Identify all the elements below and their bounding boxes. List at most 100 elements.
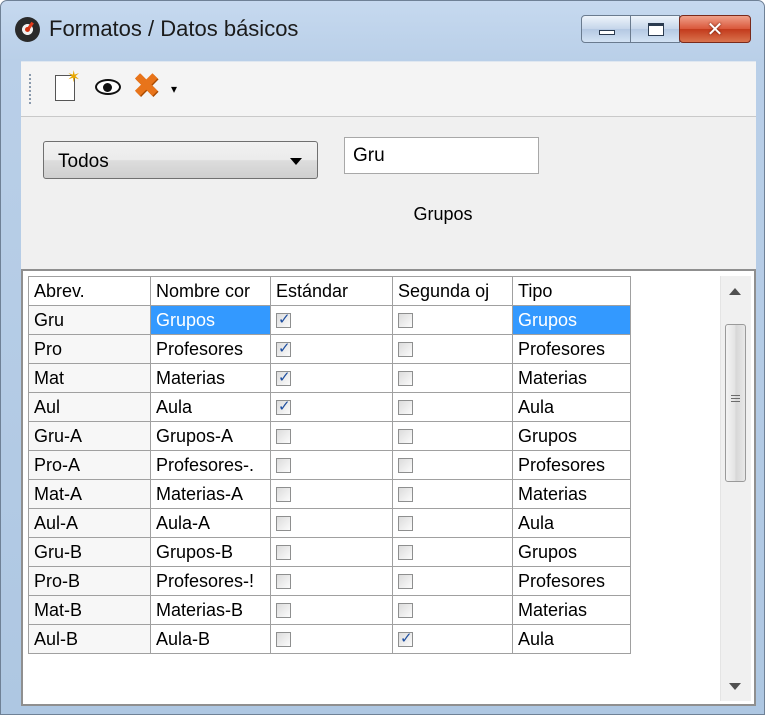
cell-nombre[interactable]: Profesores	[150, 334, 271, 364]
cell-nombre[interactable]: Aula-A	[150, 508, 271, 538]
cell-nombre[interactable]: Materias-B	[150, 595, 271, 625]
table-row[interactable]: Aul-BAula-B Aula	[28, 624, 721, 654]
cell-abrev[interactable]: Pro-B	[28, 566, 151, 596]
table-row[interactable]: ProProfesoresProfesores	[28, 334, 721, 364]
column-header-tipo[interactable]: Tipo	[512, 276, 631, 306]
estandar-checkbox[interactable]	[276, 458, 291, 474]
cell-tipo[interactable]: Materias	[512, 363, 631, 393]
close-button[interactable]: ✕	[679, 15, 751, 43]
minimize-button[interactable]	[581, 15, 631, 43]
cell-tipo[interactable]: Materias	[512, 479, 631, 509]
cell-segunda[interactable]	[392, 334, 513, 364]
cell-estandar[interactable]	[270, 566, 393, 596]
segunda-checkbox[interactable]	[398, 458, 413, 474]
cell-tipo[interactable]: Grupos	[512, 421, 631, 451]
table-row[interactable]: Gru-B Grupos-B Grupos	[28, 537, 721, 567]
column-header-segunda[interactable]: Segunda oj	[392, 276, 513, 306]
estandar-checkbox[interactable]	[276, 429, 291, 445]
cell-estandar[interactable]	[270, 450, 393, 480]
cell-tipo[interactable]: Profesores	[512, 334, 631, 364]
estandar-checkbox[interactable]	[276, 397, 291, 416]
cell-abrev[interactable]: Gru-A	[28, 421, 151, 451]
cell-nombre[interactable]: Grupos	[150, 305, 271, 335]
scroll-down-arrow-icon[interactable]	[729, 683, 741, 690]
cell-abrev[interactable]: Pro	[28, 334, 151, 364]
estandar-checkbox[interactable]	[276, 310, 291, 329]
table-row[interactable]: Mat-B Materias-B Materias	[28, 595, 721, 625]
column-header-abrev[interactable]: Abrev.	[28, 276, 151, 306]
segunda-checkbox[interactable]	[398, 487, 413, 503]
cell-segunda[interactable]	[392, 305, 513, 335]
vertical-scrollbar[interactable]	[720, 276, 751, 701]
cell-abrev[interactable]: Mat-A	[28, 479, 151, 509]
segunda-checkbox[interactable]	[398, 545, 413, 561]
cell-nombre[interactable]: Grupos-A	[150, 421, 271, 451]
cell-tipo[interactable]: Materias	[512, 595, 631, 625]
estandar-checkbox[interactable]	[276, 603, 291, 619]
estandar-checkbox[interactable]	[276, 487, 291, 503]
cell-nombre[interactable]: Profesores-!	[150, 566, 271, 596]
segunda-checkbox[interactable]	[398, 574, 413, 590]
cell-segunda[interactable]	[392, 508, 513, 538]
table-row[interactable]: Pro-A Profesores-. Profesores	[28, 450, 721, 480]
cell-abrev[interactable]: Aul-A	[28, 508, 151, 538]
cell-abrev[interactable]: Mat	[28, 363, 151, 393]
estandar-checkbox[interactable]	[276, 632, 291, 648]
cell-tipo[interactable]: Profesores	[512, 450, 631, 480]
cell-estandar[interactable]	[270, 624, 393, 654]
table-row[interactable]: MatMateriasMaterias	[28, 363, 721, 393]
cell-segunda[interactable]	[392, 566, 513, 596]
cell-segunda[interactable]	[392, 363, 513, 393]
title-bar[interactable]: Formatos / Datos básicos ✕	[1, 1, 764, 59]
segunda-checkbox[interactable]	[398, 371, 413, 387]
cell-estandar[interactable]	[270, 421, 393, 451]
cell-tipo[interactable]: Grupos	[512, 305, 631, 335]
cell-segunda[interactable]	[392, 450, 513, 480]
cell-estandar[interactable]	[270, 508, 393, 538]
cell-abrev[interactable]: Gru	[28, 305, 151, 335]
cell-abrev[interactable]: Pro-A	[28, 450, 151, 480]
estandar-checkbox[interactable]	[276, 368, 291, 387]
segunda-checkbox[interactable]	[398, 516, 413, 532]
eye-icon[interactable]	[95, 79, 121, 95]
segunda-checkbox[interactable]	[398, 313, 413, 329]
toolbar-grip[interactable]	[29, 74, 31, 106]
cell-segunda[interactable]	[392, 479, 513, 509]
maximize-button[interactable]	[630, 15, 680, 43]
chevron-down-icon[interactable]: ▾	[171, 82, 177, 96]
cell-segunda[interactable]	[392, 537, 513, 567]
table-row[interactable]: Aul-A Aula-A Aula	[28, 508, 721, 538]
estandar-checkbox[interactable]	[276, 339, 291, 358]
cell-nombre[interactable]: Aula	[150, 392, 271, 422]
table-row[interactable]: Gru-A Grupos-A Grupos	[28, 421, 721, 451]
column-header-estandar[interactable]: Estándar	[270, 276, 393, 306]
cell-abrev[interactable]: Mat-B	[28, 595, 151, 625]
scroll-up-arrow-icon[interactable]	[729, 288, 741, 295]
cell-estandar[interactable]	[270, 363, 393, 393]
cell-estandar[interactable]	[270, 537, 393, 567]
cell-segunda[interactable]	[392, 624, 513, 654]
segunda-checkbox[interactable]	[398, 400, 413, 416]
cell-nombre[interactable]: Aula-B	[150, 624, 271, 654]
cell-nombre[interactable]: Materias-A	[150, 479, 271, 509]
search-input[interactable]	[344, 137, 539, 174]
cell-tipo[interactable]: Aula	[512, 624, 631, 654]
segunda-checkbox[interactable]	[398, 603, 413, 619]
estandar-checkbox[interactable]	[276, 574, 291, 590]
cell-abrev[interactable]: Aul	[28, 392, 151, 422]
cell-nombre[interactable]: Profesores-.	[150, 450, 271, 480]
delete-x-icon[interactable]: ✖	[132, 68, 161, 104]
table-row[interactable]: GruGruposGrupos	[28, 305, 721, 335]
cell-estandar[interactable]	[270, 479, 393, 509]
table-row[interactable]: Mat-A Materias-A Materias	[28, 479, 721, 509]
table-row[interactable]: Pro-B Profesores-! Profesores	[28, 566, 721, 596]
cell-segunda[interactable]	[392, 392, 513, 422]
segunda-checkbox[interactable]	[398, 629, 413, 648]
cell-segunda[interactable]	[392, 421, 513, 451]
cell-segunda[interactable]	[392, 595, 513, 625]
cell-estandar[interactable]	[270, 334, 393, 364]
filter-combo[interactable]: Todos	[43, 141, 318, 179]
table-row[interactable]: AulAulaAula	[28, 392, 721, 422]
cell-abrev[interactable]: Gru-B	[28, 537, 151, 567]
cell-abrev[interactable]: Aul-B	[28, 624, 151, 654]
